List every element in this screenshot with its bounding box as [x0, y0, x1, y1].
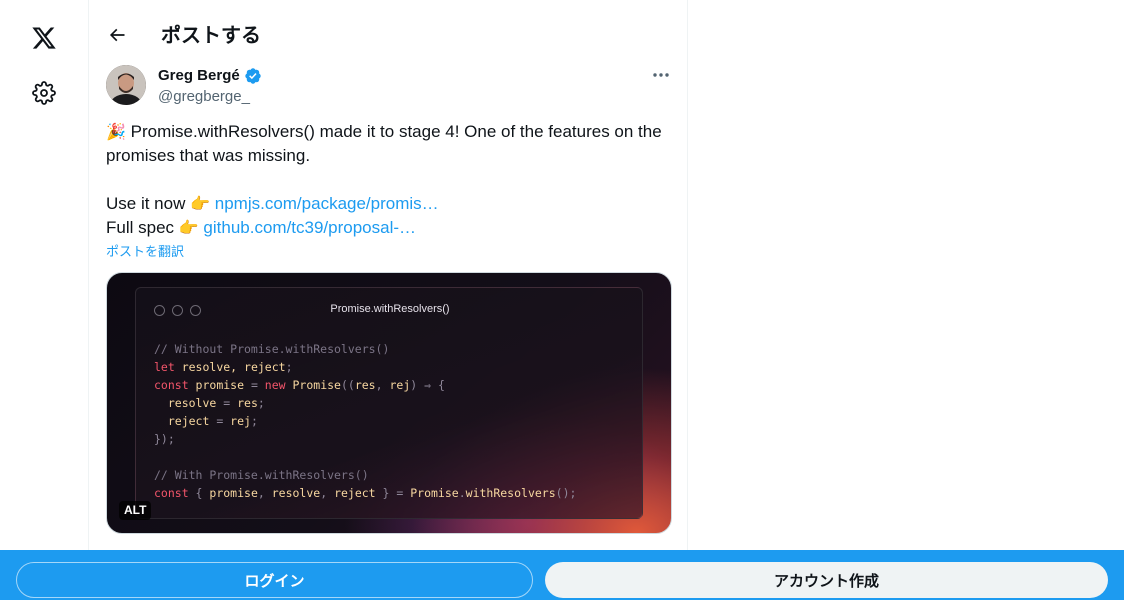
code-token: = [216, 414, 231, 428]
page-header: ポストする [89, 0, 688, 53]
code-line: reject = rej; [154, 412, 576, 430]
code-token: resolve [271, 486, 321, 500]
code-line: resolve = res; [154, 394, 576, 412]
back-button[interactable] [100, 18, 134, 52]
x-logo-icon [32, 27, 56, 49]
more-button[interactable] [649, 64, 673, 86]
login-button[interactable]: ログイン [16, 562, 533, 598]
verified-badge-icon [245, 67, 261, 84]
code-token: rej [389, 378, 411, 392]
author-handle[interactable]: @gregberge_ [158, 87, 250, 106]
left-nav [0, 0, 88, 600]
code-token: ; [250, 414, 258, 428]
tweet-line-2: promises that was missing. [106, 146, 311, 165]
code-token: const [154, 378, 189, 392]
avatar[interactable] [106, 65, 146, 105]
code-token: const [154, 486, 189, 500]
code-line: const { promise, resolve, reject } = Pro… [154, 484, 576, 502]
signup-button[interactable]: アカウント作成 [545, 562, 1108, 598]
code-token: (( [340, 378, 355, 392]
party-emoji: 🎉 [106, 122, 126, 141]
more-dots-icon [653, 73, 669, 77]
github-link[interactable]: github.com/tc39/proposal-… [203, 218, 416, 237]
tweet-media-image[interactable]: Promise.withResolvers() // Without Promi… [106, 272, 672, 534]
page-title: ポストする [161, 25, 261, 47]
code-token: res [237, 396, 258, 410]
code-token: . [458, 486, 466, 500]
code-window: Promise.withResolvers() // Without Promi… [135, 287, 643, 519]
tweet-spec-line: Full spec 👉 github.com/tc39/proposal-… [106, 216, 676, 240]
code-token: ; [285, 360, 293, 374]
code-token: // Without Promise.withResolvers() [154, 342, 390, 356]
code-token: new [264, 378, 286, 392]
tweet-line-1: 🎉 Promise.withResolvers() made it to sta… [106, 120, 676, 144]
tweet-text: 🎉 Promise.withResolvers() made it to sta… [106, 120, 676, 240]
code-token: ; [257, 396, 265, 410]
code-line: }); [154, 430, 576, 448]
avatar-image [106, 65, 146, 105]
code-token: = [223, 396, 238, 410]
code-token: res [354, 378, 376, 392]
code-token: promise [188, 378, 251, 392]
code-token: let [154, 360, 175, 374]
pointing-emoji: 👉 [190, 194, 211, 213]
code-token: resolve, reject [174, 360, 286, 374]
code-token: (); [555, 486, 577, 500]
code-token: , [320, 486, 335, 500]
main-column: ポストする Greg Bergé @gregberge_ 🎉 Promise.w… [88, 0, 688, 600]
use-label: Use it now [106, 194, 191, 213]
tweet-use-line: Use it now 👉 npmjs.com/package/promis… [106, 192, 676, 216]
code-token: }); [154, 432, 175, 446]
alt-badge[interactable]: ALT [119, 501, 152, 520]
author-name-text: Greg Bergé [158, 67, 240, 84]
code-line: // With Promise.withResolvers() [154, 466, 576, 484]
code-line: let resolve, reject; [154, 358, 576, 376]
code-token: rej [230, 414, 251, 428]
code-token: } = [375, 486, 411, 500]
tweet-text-line1: Promise.withResolvers() made it to stage… [130, 122, 662, 141]
code-token: Promise [410, 486, 459, 500]
code-token: // With Promise.withResolvers() [154, 468, 369, 482]
author-name[interactable]: Greg Bergé [158, 66, 262, 85]
code-token: promise [209, 486, 258, 500]
code-line: // Without Promise.withResolvers() [154, 340, 576, 358]
code-token: ) ⇒ { [410, 378, 445, 392]
spec-label: Full spec [106, 218, 179, 237]
pointing-emoji: 👉 [178, 218, 199, 237]
code-block: // Without Promise.withResolvers() let re… [154, 340, 576, 502]
code-token: resolve [154, 396, 224, 410]
code-token: Promise [285, 378, 341, 392]
translate-link[interactable]: ポストを翻訳 [106, 243, 184, 260]
x-logo-link[interactable] [20, 14, 68, 62]
settings-button[interactable] [20, 69, 68, 117]
npm-link[interactable]: npmjs.com/package/promis… [215, 194, 439, 213]
gear-icon [32, 81, 56, 105]
code-token: reject [154, 414, 217, 428]
code-window-title: Promise.withResolvers() [330, 303, 450, 315]
code-token: = [250, 378, 265, 392]
code-token: , [257, 486, 272, 500]
code-line: const promise = new Promise((res, rej) ⇒… [154, 376, 576, 394]
code-token: { [188, 486, 210, 500]
back-arrow-icon [109, 28, 125, 42]
code-token: withResolvers [465, 486, 556, 500]
bottom-bar: ログイン アカウント作成 [0, 550, 1124, 600]
code-token: reject [334, 486, 376, 500]
code-token: , [375, 378, 390, 392]
